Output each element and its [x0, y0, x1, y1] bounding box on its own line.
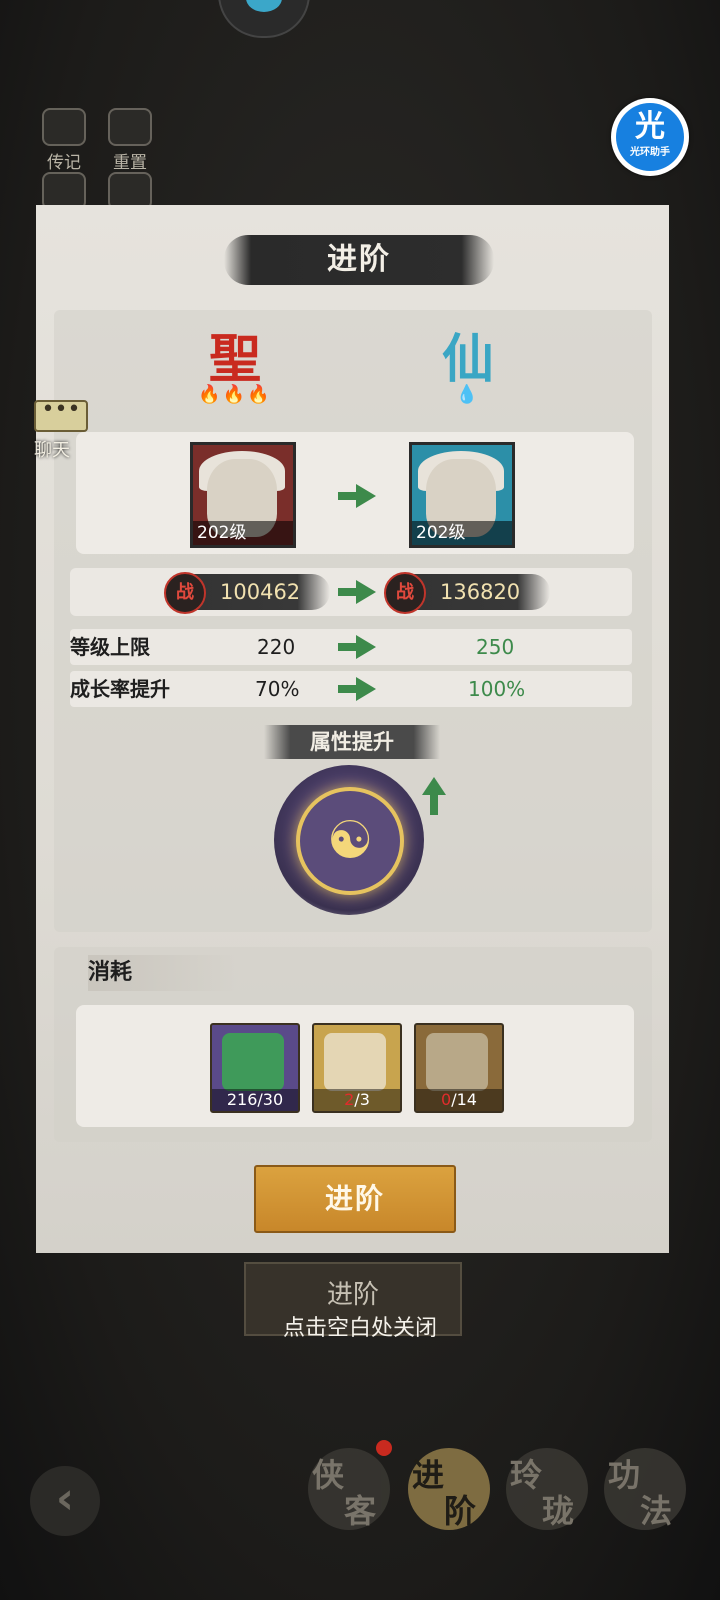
hero-portrait-from: 202级: [190, 442, 296, 548]
tab-advance-char1: 进: [412, 1456, 445, 1494]
biography-button[interactable]: 传记: [38, 108, 90, 173]
rank-to-flame-icon: 💧: [455, 384, 481, 405]
yin-yang-icon: ☯: [296, 787, 404, 895]
power-from-value: 100462: [220, 580, 301, 604]
count-need: /14: [451, 1090, 477, 1109]
dialog-title: 进阶: [327, 242, 391, 277]
rank-to-glyph: 仙: [441, 329, 494, 390]
tab-linglong-char1: 玲: [510, 1456, 543, 1494]
power-from-pill: 战 100462: [164, 572, 330, 614]
assistant-glyph: 光: [635, 109, 665, 144]
reset-label: 重置: [113, 153, 147, 173]
battle-power-icon: 战: [384, 572, 426, 614]
rank-from-glyph: 聖: [208, 329, 261, 390]
chat-button[interactable]: ••• 聊天: [34, 399, 90, 461]
hero-portrait-to: 202级: [409, 442, 515, 548]
assistant-label: 光环助手: [630, 147, 670, 158]
tab-linglong[interactable]: 玲 珑: [506, 1448, 588, 1530]
power-row: 战 100462 战 136820: [70, 568, 632, 616]
cost-title: 消耗: [88, 955, 238, 991]
growth-label: 成长率提升: [70, 677, 170, 701]
attribute-orb[interactable]: ☯: [274, 765, 424, 915]
power-to-value: 136820: [440, 580, 521, 604]
tab-heroes-char1: 侠: [312, 1456, 345, 1494]
advance-button[interactable]: 进阶: [254, 1165, 456, 1233]
tab-advance[interactable]: 进 阶: [408, 1448, 490, 1530]
assistant-icon: 光 光环助手: [616, 103, 684, 171]
count-have: 0: [441, 1090, 452, 1109]
arrow-right-icon: [338, 635, 376, 659]
attribute-boost-label: 属性提升: [264, 725, 440, 759]
cost-item-count: 216/30: [212, 1089, 298, 1111]
hero-scroll-icon: [324, 1033, 386, 1091]
cost-item-count: 2/3: [314, 1089, 400, 1111]
level-cap-label: 等级上限: [70, 635, 150, 659]
back-button[interactable]: ‹: [30, 1466, 100, 1536]
cost-items-row: 216/30 2/3 0/14: [76, 1005, 634, 1127]
chat-bubble-icon: •••: [34, 399, 88, 432]
power-to-pill: 战 136820: [384, 572, 550, 614]
reset-button[interactable]: 重置: [104, 108, 156, 173]
notification-dot: [376, 1440, 392, 1456]
growth-from: 70%: [255, 677, 300, 701]
cost-item-count: 0/14: [416, 1089, 502, 1111]
rank-from-flames-icon: 🔥🔥🔥: [198, 384, 272, 405]
hero-to-level: 202级: [412, 521, 512, 545]
tab-linglong-char2: 珑: [542, 1492, 575, 1530]
arrow-up-icon: [422, 777, 446, 817]
cost-item-jade[interactable]: 216/30: [210, 1023, 300, 1113]
battle-power-icon: 战: [164, 572, 206, 614]
level-cap-row: 等级上限 220 250: [70, 629, 632, 665]
rank-to-badge: 仙 💧: [428, 330, 508, 410]
hero-from-level: 202级: [193, 521, 293, 545]
advance-dialog: 进阶 聖 🔥🔥🔥 仙 💧 202级 202级 战 100462 战 136820: [36, 205, 669, 1253]
rank-from-badge: 聖 🔥🔥🔥: [195, 330, 275, 410]
tab-skills[interactable]: 功 法: [604, 1448, 686, 1530]
chat-label: 聊天: [34, 440, 70, 461]
biography-label: 传记: [47, 153, 81, 173]
tab-skills-char1: 功: [608, 1456, 641, 1494]
arrow-right-icon: [338, 484, 376, 508]
cost-item-hero-scroll[interactable]: 2/3: [312, 1023, 402, 1113]
count-have: 2: [344, 1090, 355, 1109]
assistant-button[interactable]: 光 光环助手: [611, 98, 689, 176]
close-hint[interactable]: 点击空白处关闭: [0, 1310, 720, 1342]
book-icon: [42, 108, 86, 146]
person-icon: [108, 108, 152, 146]
tab-heroes[interactable]: 侠 客: [308, 1448, 390, 1530]
arrow-right-icon: [338, 677, 376, 701]
growth-to: 100%: [468, 677, 526, 701]
scroll-cross-icon: [426, 1033, 488, 1091]
cost-item-blank-scroll[interactable]: 0/14: [414, 1023, 504, 1113]
tab-advance-char2: 阶: [444, 1492, 477, 1530]
growth-row: 成长率提升 70% 100%: [70, 671, 632, 707]
jade-token-icon: [222, 1033, 284, 1091]
tab-skills-char2: 法: [640, 1492, 673, 1530]
count-need: /3: [354, 1090, 370, 1109]
arrow-right-icon: [338, 580, 376, 604]
hero-compare-row: 202级 202级: [76, 432, 634, 554]
level-cap-to: 250: [476, 635, 515, 659]
bird-icon: [246, 0, 282, 12]
level-cap-from: 220: [257, 635, 296, 659]
tab-heroes-char2: 客: [344, 1492, 377, 1530]
